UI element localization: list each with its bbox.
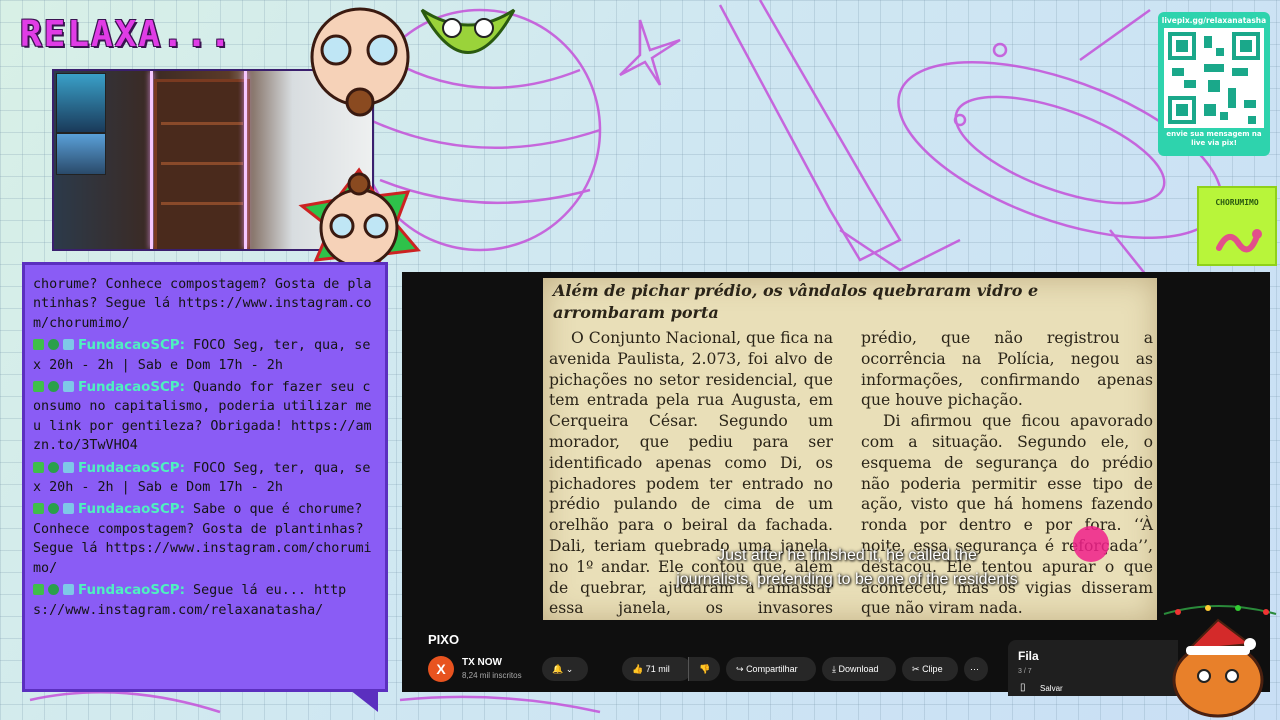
chat-message: FundacaoSCP: FOCO Seg, ter, qua, sex 20h… — [33, 336, 377, 375]
chat-panel: chorume? Conhece compostagem? Gosta de p… — [22, 262, 388, 692]
share-icon: ↪ — [736, 664, 744, 674]
chat-username[interactable]: FundacaoSCP: — [78, 583, 185, 598]
alien-icon — [48, 503, 59, 515]
bot-icon — [63, 584, 74, 596]
clipping-text: prédio, que não registrou a ocorrência n… — [861, 329, 1153, 410]
alien-icon — [48, 381, 59, 393]
poster-image — [56, 133, 106, 175]
chat-username[interactable]: FundacaoSCP: — [78, 502, 185, 517]
chat-message: chorume? Conhece compostagem? Gosta de p… — [33, 275, 377, 333]
bot-icon — [63, 461, 74, 473]
livepix-url: livepix.gg/relaxanatasha — [1161, 16, 1267, 25]
livepix-message: envie sua mensagem na live via pix! — [1166, 130, 1262, 147]
more-icon: ⋯ — [970, 664, 979, 674]
alien-icon — [48, 584, 59, 596]
queue-panel[interactable]: Fila 3 / 7 ▯ Salvar — [1008, 640, 1178, 696]
chat-bubble-tail — [350, 690, 378, 712]
qr-code-icon — [1164, 28, 1264, 128]
badge-icon — [33, 461, 44, 473]
video-title[interactable]: PIXO — [428, 632, 459, 647]
clipping-headline: Além de pichar prédio, os vândalos quebr… — [553, 281, 1039, 322]
badge-icon — [33, 503, 44, 515]
subscriber-count: 8,24 mil inscritos — [462, 671, 522, 680]
avatar-face-icon — [310, 7, 410, 117]
save-button[interactable]: Salvar — [1040, 684, 1063, 693]
channel-name[interactable]: TX NOW — [462, 657, 502, 668]
chat-username[interactable]: FundacaoSCP: — [78, 461, 185, 476]
subtitle-line: journalists, pretending to be one of the… — [676, 571, 1018, 588]
bookshelf — [154, 79, 250, 249]
queue-label: Fila — [1018, 649, 1039, 663]
like-button[interactable]: 👍 71 mil — [622, 657, 692, 681]
chat-message: FundacaoSCP: Sabe o que é chorume? Conhe… — [33, 500, 377, 578]
subtitle-line: Just after he finished it, he called the — [717, 547, 977, 564]
notifications-button[interactable]: 🔔 ⌄ — [542, 657, 588, 681]
youtube-info-bar: PIXO X TX NOW 8,24 mil inscritos 🔔 ⌄ 👍 7… — [402, 626, 1002, 692]
thumbs-down-icon: 👎 — [699, 664, 711, 674]
poster-image — [56, 73, 106, 133]
bookmark-icon: ▯ — [1020, 682, 1026, 693]
chat-username[interactable]: FundacaoSCP: — [78, 380, 185, 395]
download-button[interactable]: ⤓ Download — [822, 657, 896, 681]
chat-message: FundacaoSCP: Quando for fazer seu consum… — [33, 378, 377, 456]
video-subtitles: Just after he finished it, he called the… — [572, 544, 1122, 592]
channel-avatar[interactable]: X — [428, 656, 454, 682]
bot-icon — [63, 339, 74, 351]
bot-icon — [63, 503, 74, 515]
badge-icon — [33, 339, 44, 351]
badge-icon — [33, 584, 44, 596]
led-light-strip — [244, 71, 247, 249]
share-label: Compartilhar — [746, 664, 798, 674]
queue-position: 3 / 7 — [1018, 668, 1032, 675]
download-label: Download — [838, 664, 879, 674]
chevron-down-icon: ⌄ — [565, 664, 574, 674]
scissors-icon: ✂ — [912, 664, 920, 674]
chat-message: FundacaoSCP: FOCO Seg, ter, qua, sex 20h… — [33, 459, 377, 498]
download-icon: ⤓ — [832, 664, 836, 674]
bot-icon — [63, 381, 74, 393]
dislike-button[interactable]: 👎 — [688, 657, 720, 681]
led-light-strip — [150, 71, 153, 249]
more-options-button[interactable]: ⋯ — [964, 657, 988, 681]
chat-username[interactable]: FundacaoSCP: — [78, 338, 185, 353]
stream-logo: RELAXA... — [20, 14, 234, 55]
alien-icon — [48, 461, 59, 473]
alien-icon — [48, 339, 59, 351]
clip-label: Clipe — [922, 664, 943, 674]
badge-icon — [33, 381, 44, 393]
livepix-qr-panel: livepix.gg/relaxanatasha envie sua mensa… — [1158, 12, 1270, 156]
share-button[interactable]: ↪ Compartilhar — [726, 657, 816, 681]
worm-icon — [1216, 229, 1262, 253]
bell-icon: 🔔 — [552, 664, 564, 674]
chat-message-text: chorume? Conhece compostagem? Gosta de p… — [33, 277, 372, 331]
sponsor-sticker: CHORUMIMO — [1197, 186, 1277, 266]
thumbs-up-icon: 👍 — [632, 664, 644, 674]
like-count: 71 mil — [645, 664, 670, 674]
green-creature-icon — [420, 8, 516, 54]
sticker-label: CHORUMIMO — [1215, 198, 1259, 207]
chat-message: FundacaoSCP: Segue lá eu... https://www.… — [33, 581, 377, 620]
clip-button[interactable]: ✂ Clipe — [902, 657, 958, 681]
christmas-cat-icon — [1163, 605, 1277, 718]
